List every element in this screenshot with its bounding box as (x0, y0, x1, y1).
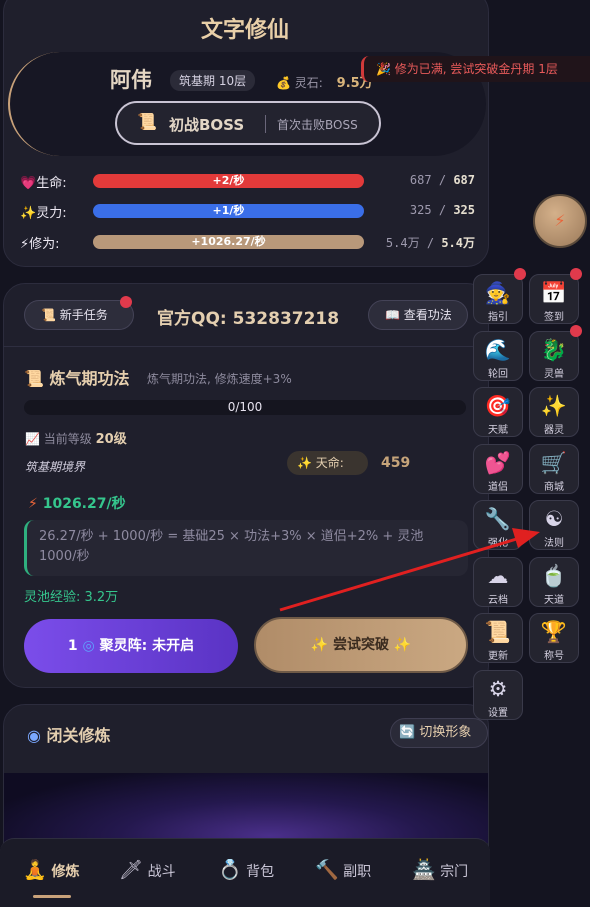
annotation-arrow (279, 528, 540, 612)
arrow-line (279, 536, 521, 612)
arrow-head (512, 528, 540, 548)
